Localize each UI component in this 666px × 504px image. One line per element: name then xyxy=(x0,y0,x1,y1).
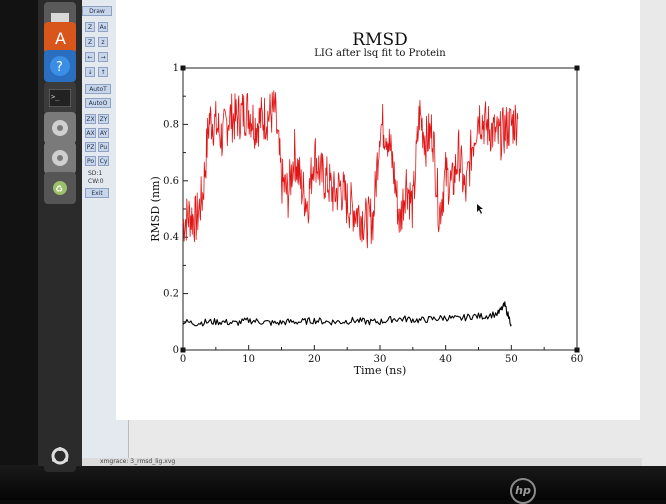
x-tick-label: 60 xyxy=(571,354,584,365)
rmsd-chart: RMSDLIG after lsq fit to Protein0 10 20 30 4… xyxy=(149,30,584,377)
launcher: A ? >_ ♻ xyxy=(38,0,82,472)
plot-window: RMSD LIG after lsq fit to Protein 0 10 20 30 4… xyxy=(116,0,640,420)
zoom-out-button[interactable]: z xyxy=(98,37,108,47)
y-tick-label: 0.2 xyxy=(163,289,179,300)
ax-button[interactable]: AX xyxy=(85,128,96,138)
trash-icon[interactable]: ♻ xyxy=(44,172,76,204)
pz-button[interactable]: PZ xyxy=(85,142,96,152)
corner-handle xyxy=(574,65,580,71)
chart-title: RMSD xyxy=(352,30,407,50)
x-tick-label: 40 xyxy=(439,354,452,365)
monitor-bezel-bottom xyxy=(0,465,666,500)
svg-text:A: A xyxy=(55,29,66,48)
cy-button[interactable]: Cy xyxy=(98,156,109,166)
x-tick-label: 10 xyxy=(242,354,255,365)
up-arrow-button[interactable]: ↑ xyxy=(98,67,108,77)
x-tick-label: 0 xyxy=(180,354,186,365)
plot-frame xyxy=(182,67,578,351)
pu-button[interactable]: Pu xyxy=(98,142,109,152)
left-arrow-button[interactable]: ← xyxy=(85,52,95,62)
autoscale-button[interactable]: As xyxy=(98,22,108,32)
settings-icon[interactable] xyxy=(44,112,76,144)
right-arrow-button[interactable]: → xyxy=(98,52,108,62)
autot-button[interactable]: AutoT xyxy=(85,84,111,94)
x-tick-label: 20 xyxy=(308,354,321,365)
zy-button[interactable]: ZY xyxy=(98,114,109,124)
svg-text:>_: >_ xyxy=(51,93,60,101)
svg-text:?: ? xyxy=(56,60,63,75)
ay-button[interactable]: AY xyxy=(98,128,109,138)
x-tick-label: 50 xyxy=(505,354,518,365)
mouse-cursor-icon xyxy=(477,204,483,214)
chart-subtitle: LIG after lsq fit to Protein xyxy=(314,48,446,59)
draw-button[interactable]: Draw xyxy=(82,6,112,16)
y-tick-label: 0.8 xyxy=(163,119,179,130)
ubuntu-logo-icon[interactable] xyxy=(44,440,76,472)
series-line-2 xyxy=(182,301,512,327)
autoo-button[interactable]: AutoO xyxy=(85,98,111,108)
y-tick-label: 0.4 xyxy=(163,232,179,243)
svg-text:♻: ♻ xyxy=(55,185,63,195)
x-axis-label: Time (ns) xyxy=(354,364,407,377)
zoom-in-button-2[interactable]: Z xyxy=(85,37,95,47)
status-text: xmgrace: 3_rmsd_lig.xvg xyxy=(100,458,176,465)
terminal-icon[interactable]: >_ xyxy=(44,82,76,114)
cw-label: CW:0 xyxy=(88,178,104,185)
y-tick-label: 0.6 xyxy=(163,176,179,187)
exit-button[interactable]: Exit xyxy=(85,188,109,198)
y-axis-label: RMSD (nm) xyxy=(149,176,162,242)
down-arrow-button[interactable]: ↓ xyxy=(85,67,95,77)
y-tick-label: 1 xyxy=(173,63,179,74)
series-line-1 xyxy=(182,90,519,249)
hp-logo: hp xyxy=(510,478,536,504)
po-button[interactable]: Po xyxy=(85,156,96,166)
set-label: SD:1 xyxy=(88,170,103,177)
help-icon[interactable]: ? xyxy=(44,50,76,82)
zx-button[interactable]: ZX xyxy=(85,114,96,124)
settings-icon-2[interactable] xyxy=(44,142,76,174)
y-tick-label: 0 xyxy=(173,345,179,356)
zoom-in-button[interactable]: Z xyxy=(85,22,95,32)
